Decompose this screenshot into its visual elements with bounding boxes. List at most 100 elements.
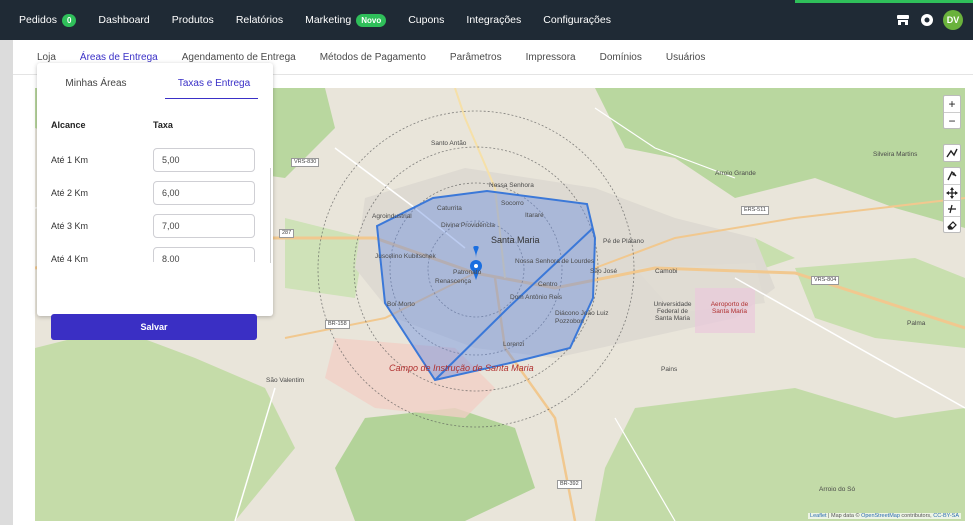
map-label-lorenzi: Lorenzi bbox=[503, 341, 525, 348]
map-label-camobi: Camobi bbox=[655, 268, 678, 275]
range-label: Até 2 Km bbox=[51, 187, 89, 198]
map-label-boi-morto: Boi Morto bbox=[387, 301, 415, 308]
nav-item-label: Produtos bbox=[171, 14, 214, 26]
range-label: Até 1 Km bbox=[51, 154, 89, 165]
draw-toolbar bbox=[943, 167, 961, 233]
nav-item-label: Configurações bbox=[543, 14, 611, 26]
map-label-ufsm: Universidade Federal de Santa Maria bbox=[653, 301, 692, 322]
nav-item-pedidos[interactable]: Pedidos 0 bbox=[19, 13, 77, 27]
nav-item-label: Marketing bbox=[305, 14, 352, 26]
new-badge: Novo bbox=[356, 13, 387, 27]
fee-row: Até 4 Km 8,00 bbox=[51, 242, 267, 262]
column-header-range: Alcance bbox=[51, 120, 86, 130]
nav-item-label: Cupons bbox=[408, 14, 445, 26]
road-shield-br392: BR-392 bbox=[557, 480, 582, 489]
store-icon[interactable] bbox=[895, 12, 911, 28]
nav-item-cupons[interactable]: Cupons bbox=[408, 14, 444, 26]
leaflet-link[interactable]: Leaflet bbox=[810, 513, 827, 519]
range-label: Até 4 Km bbox=[51, 253, 89, 263]
map-label-renascenca: Renascença bbox=[435, 278, 472, 285]
map-label-arroio-grande: Arroio Grande bbox=[715, 170, 756, 177]
map-label-nossa-senhora: Nossa Senhora bbox=[489, 182, 534, 189]
map-label-dom-antonio-reis: Dom Antônio Reis bbox=[510, 294, 563, 301]
map-label-santo-antao: Santo Antão bbox=[431, 140, 467, 147]
map-label-socorro: Socorro bbox=[501, 200, 524, 207]
road-shield-vrs830: VRS-830 bbox=[291, 158, 320, 167]
tab-impressora[interactable]: Impressora bbox=[526, 40, 576, 75]
nav-item-produtos[interactable]: Produtos bbox=[172, 14, 214, 26]
map-label-itarare: Itararé bbox=[525, 212, 544, 219]
map-label-santa-maria: Santa Maria bbox=[491, 235, 540, 245]
nav-item-relatorios[interactable]: Relatórios bbox=[236, 14, 283, 26]
nav-item-integracoes[interactable]: Integrações bbox=[466, 14, 521, 26]
cut-icon[interactable] bbox=[944, 200, 960, 216]
tab-minhas-areas[interactable]: Minhas Áreas bbox=[37, 63, 155, 103]
tab-dominios[interactable]: Domínios bbox=[600, 40, 642, 75]
map-label-pe-de-platano: Pé de Plátano bbox=[603, 238, 644, 245]
tab-parametros[interactable]: Parâmetros bbox=[450, 40, 502, 75]
nav-item-label: Pedidos bbox=[19, 14, 57, 26]
map-label-pains: Pains bbox=[661, 366, 678, 373]
tab-taxas-e-entrega[interactable]: Taxas e Entrega bbox=[155, 63, 273, 103]
map-label-arroio-do-so: Arroio do Só bbox=[819, 486, 856, 493]
zoom-out-button[interactable]: − bbox=[944, 112, 960, 128]
tab-usuarios[interactable]: Usuários bbox=[666, 40, 705, 75]
map-label-caturrita: Caturrita bbox=[437, 205, 462, 212]
map-label-aeroporto: Aeroporto de Santa Maria bbox=[710, 301, 749, 315]
map-label-campo-instrucao: Campo de Instrução de Santa Maria bbox=[389, 363, 534, 373]
nav-item-label: Relatórios bbox=[235, 14, 284, 26]
top-navbar: Pedidos 0 Dashboard Produtos Relatórios … bbox=[0, 0, 973, 40]
nav-item-label: Dashboard bbox=[98, 14, 150, 26]
draw-polygon-icon[interactable] bbox=[944, 168, 960, 184]
fee-row: Até 1 Km 5,00 bbox=[51, 143, 267, 176]
fee-input[interactable]: 6,00 bbox=[153, 180, 255, 205]
attribution-text: | Map data © bbox=[826, 513, 862, 519]
nav-item-dashboard[interactable]: Dashboard bbox=[98, 14, 149, 26]
move-icon[interactable] bbox=[944, 184, 960, 200]
orders-count-badge: 0 bbox=[61, 13, 77, 27]
map-label-nossa-senhora-lourdes: Nossa Senhora de Lourdes bbox=[515, 258, 595, 265]
user-avatar[interactable]: DV bbox=[943, 10, 963, 30]
road-shield-ers511: ERS-511 bbox=[741, 206, 769, 215]
fee-row: Até 3 Km 7,00 bbox=[51, 209, 267, 242]
fee-input[interactable]: 8,00 bbox=[153, 246, 255, 262]
settings-icon[interactable] bbox=[919, 12, 935, 28]
nav-item-configuracoes[interactable]: Configurações bbox=[543, 14, 611, 26]
nav-item-label: Integrações bbox=[466, 14, 522, 26]
zoom-in-button[interactable]: + bbox=[944, 96, 960, 112]
map-label-centro: Centro bbox=[538, 281, 558, 288]
map-label-juscelino: Juscelino Kubitschek bbox=[375, 253, 436, 260]
map-label-divina-providencia: Divina Providência bbox=[441, 222, 495, 229]
road-shield-br158: BR-158 bbox=[325, 320, 350, 329]
save-button[interactable]: Salvar bbox=[51, 314, 257, 340]
eraser-icon[interactable] bbox=[944, 216, 960, 232]
rows-scrollbar[interactable] bbox=[270, 168, 271, 263]
fee-input[interactable]: 7,00 bbox=[153, 213, 255, 238]
fee-input[interactable]: 5,00 bbox=[153, 147, 255, 172]
attribution-text: contributors, bbox=[899, 513, 934, 519]
road-shield-br287: 287 bbox=[279, 229, 295, 238]
license-link[interactable]: CC-BY-SA bbox=[933, 513, 959, 519]
nav-right-actions: DV bbox=[895, 0, 963, 40]
card-tabs: Minhas Áreas Taxas e Entrega bbox=[37, 63, 273, 103]
map-label-sao-jose: São José bbox=[590, 268, 618, 275]
fee-row: Até 2 Km 6,00 bbox=[51, 176, 267, 209]
column-header-fee: Taxa bbox=[153, 120, 173, 130]
map-label-patronato: Patronato bbox=[453, 269, 482, 276]
nav-item-marketing[interactable]: Marketing Novo bbox=[305, 13, 387, 27]
road-shield-vrs804: VRS-804 bbox=[811, 276, 840, 285]
map-label-silveira-martins: Silveira Martins bbox=[873, 151, 918, 158]
osm-link[interactable]: OpenStreetMap bbox=[861, 513, 900, 519]
zoom-controls: + − bbox=[943, 95, 961, 129]
main-menu: Pedidos 0 Dashboard Produtos Relatórios … bbox=[19, 0, 633, 40]
draw-polyline-icon[interactable] bbox=[944, 145, 960, 161]
map-label-palma: Palma bbox=[907, 320, 926, 327]
fee-rows[interactable]: Até 1 Km 5,00 Até 2 Km 6,00 Até 3 Km 7,0… bbox=[51, 143, 267, 262]
map-label-sao-valentim: São Valentim bbox=[266, 377, 305, 384]
map-attribution: Leaflet | Map data © OpenStreetMap contr… bbox=[808, 513, 961, 519]
tab-metodos-pagamento[interactable]: Métodos de Pagamento bbox=[320, 40, 426, 75]
draw-toolbar-top bbox=[943, 144, 961, 162]
map-label-agroindustrial: Agroindustrial bbox=[372, 213, 412, 220]
map-label-diacono-joao: Diácono João Luiz Pozzobon bbox=[555, 310, 609, 325]
delivery-fee-card: Minhas Áreas Taxas e Entrega Alcance Tax… bbox=[37, 63, 273, 340]
